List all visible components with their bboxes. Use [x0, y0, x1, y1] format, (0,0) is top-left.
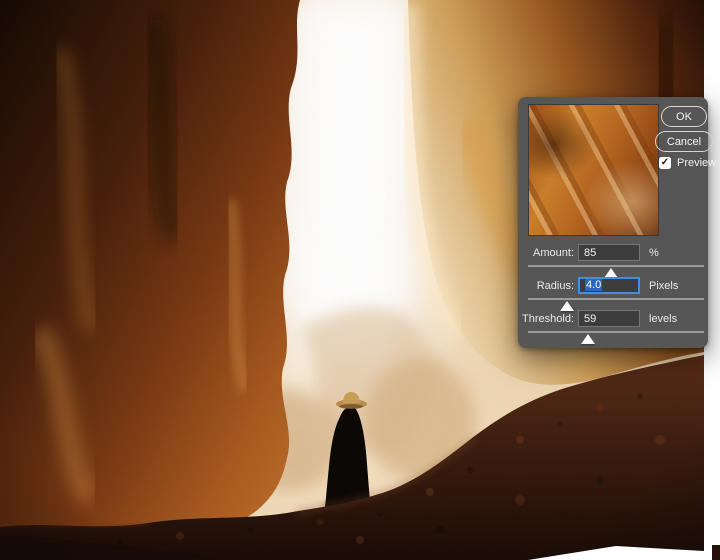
filter-preview-thumbnail[interactable]	[528, 104, 659, 236]
preview-label: Preview	[677, 157, 717, 169]
threshold-label: Threshold:	[522, 313, 574, 325]
radius-label: Radius:	[536, 280, 574, 292]
threshold-slider-thumb[interactable]	[580, 334, 595, 344]
threshold-row: Threshold: levels	[518, 310, 708, 328]
threshold-input[interactable]	[578, 310, 640, 327]
amount-row: Amount: %	[518, 244, 708, 262]
threshold-slider[interactable]	[528, 331, 704, 345]
preview-checkbox[interactable]: ✓	[659, 157, 671, 169]
amount-label: Amount:	[533, 247, 574, 259]
radius-unit: Pixels	[649, 280, 679, 292]
preview-option: ✓ Preview	[659, 156, 716, 170]
amount-unit: %	[649, 247, 659, 259]
ok-button[interactable]: OK	[661, 106, 707, 127]
radius-input[interactable]: 4.0	[578, 277, 640, 294]
threshold-unit: levels	[649, 313, 678, 325]
unsharp-mask-dialog: OK Cancel ✓ Preview Amount: % Radius: 4.…	[518, 97, 716, 348]
bottom-right-rock-edge	[712, 545, 720, 560]
cancel-button[interactable]: Cancel	[655, 131, 713, 152]
amount-input[interactable]	[578, 244, 640, 261]
checkmark-icon: ✓	[660, 157, 670, 168]
page: OK Cancel ✓ Preview Amount: % Radius: 4.…	[0, 0, 720, 560]
radius-row: Radius: 4.0 Pixels	[518, 277, 708, 295]
radius-selected-value: 4.0	[585, 279, 603, 291]
